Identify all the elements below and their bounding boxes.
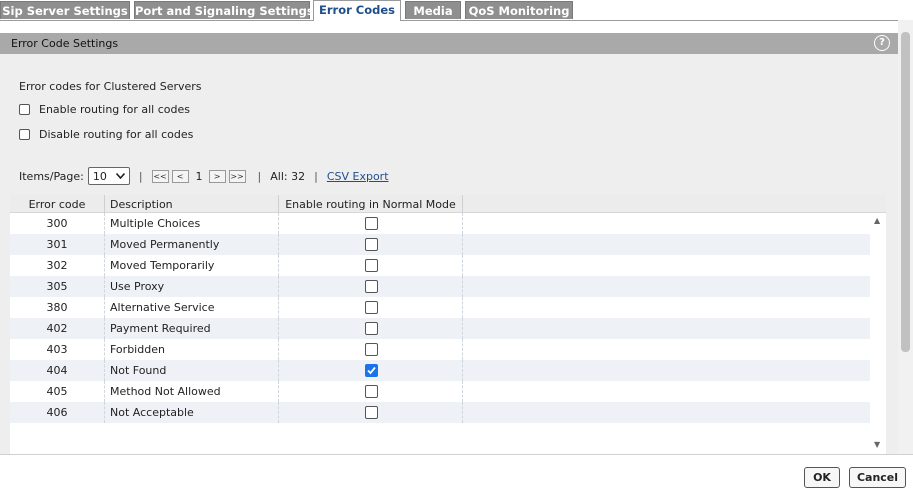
dialog-footer: OK Cancel xyxy=(0,454,913,498)
enable-routing-checkbox[interactable] xyxy=(365,385,378,398)
items-per-page-value: 10 xyxy=(92,169,107,183)
enable-routing-cell xyxy=(279,339,463,360)
first-page-button[interactable]: << xyxy=(151,169,169,183)
section-title: Error codes for Clustered Servers xyxy=(19,80,202,93)
items-per-page-label: Items/Page: xyxy=(19,169,84,183)
prev-page-button[interactable]: < xyxy=(171,169,189,183)
enable-routing-checkbox[interactable] xyxy=(365,238,378,251)
error-codes-table: Error code Description Enable routing in… xyxy=(10,195,886,454)
ok-button[interactable]: OK xyxy=(804,467,840,488)
disable-all-row: Disable routing for all codes xyxy=(19,128,193,141)
error-code-cell: 302 xyxy=(10,255,105,276)
header-error-code[interactable]: Error code xyxy=(10,195,105,213)
tab-media[interactable]: Media xyxy=(405,1,461,19)
table-row[interactable]: 406 Not Acceptable xyxy=(10,402,870,423)
enable-routing-checkbox[interactable] xyxy=(365,217,378,230)
scroll-up-icon[interactable]: ▲ xyxy=(874,216,880,225)
enable-routing-cell xyxy=(279,297,463,318)
chevron-down-icon xyxy=(115,173,125,179)
error-code-cell: 301 xyxy=(10,234,105,255)
current-page: 1 xyxy=(195,169,203,183)
table-scrollbar[interactable]: ▲ ▼ xyxy=(870,213,886,454)
panel-header: Error Code Settings ? xyxy=(0,33,898,54)
tab-error-codes[interactable]: Error Codes xyxy=(313,0,401,21)
tab-port-and-signaling-settings[interactable]: Port and Signaling Settings xyxy=(134,1,314,19)
next-page-button[interactable]: > xyxy=(208,169,226,183)
enable-all-label: Enable routing for all codes xyxy=(39,103,190,116)
description-cell: Moved Permanently xyxy=(105,234,279,255)
table-row[interactable]: 302 Moved Temporarily xyxy=(10,255,870,276)
description-cell: Moved Temporarily xyxy=(105,255,279,276)
enable-routing-cell xyxy=(279,213,463,234)
table-row[interactable]: 402 Payment Required xyxy=(10,318,870,339)
page-scrollbar[interactable] xyxy=(898,20,913,454)
tab-bar: Sip Server Settings Port and Signaling S… xyxy=(0,0,913,21)
table-header: Error code Description Enable routing in… xyxy=(10,195,886,213)
csv-export-link[interactable]: CSV Export xyxy=(327,170,389,183)
description-cell: Multiple Choices xyxy=(105,213,279,234)
separator: | xyxy=(257,169,262,183)
description-cell: Alternative Service xyxy=(105,297,279,318)
error-code-cell: 380 xyxy=(10,297,105,318)
header-enable-routing[interactable]: Enable routing in Normal Mode xyxy=(279,195,463,213)
header-description[interactable]: Description xyxy=(105,195,279,213)
enable-routing-cell xyxy=(279,234,463,255)
checkmark-icon xyxy=(367,366,376,375)
error-code-cell: 403 xyxy=(10,339,105,360)
table-row[interactable]: 380 Alternative Service xyxy=(10,297,870,318)
enable-routing-checkbox[interactable] xyxy=(365,364,378,377)
description-cell: Method Not Allowed xyxy=(105,381,279,402)
error-code-cell: 402 xyxy=(10,318,105,339)
enable-routing-cell xyxy=(279,360,463,381)
enable-routing-checkbox[interactable] xyxy=(365,406,378,419)
enable-all-checkbox[interactable] xyxy=(19,104,30,115)
disable-all-checkbox[interactable] xyxy=(19,129,30,140)
table-row[interactable]: 305 Use Proxy xyxy=(10,276,870,297)
cancel-button[interactable]: Cancel xyxy=(849,467,906,488)
total-count: All: 32 xyxy=(270,169,306,183)
tab-qos-monitoring[interactable]: QoS Monitoring xyxy=(465,1,573,19)
scroll-down-icon[interactable]: ▼ xyxy=(874,440,880,449)
enable-routing-checkbox[interactable] xyxy=(365,322,378,335)
description-cell: Not Acceptable xyxy=(105,402,279,423)
error-code-cell: 406 xyxy=(10,402,105,423)
panel-title: Error Code Settings xyxy=(11,37,119,50)
help-icon[interactable]: ? xyxy=(874,35,890,51)
enable-routing-cell xyxy=(279,255,463,276)
description-cell: Not Found xyxy=(105,360,279,381)
pagination-bar: Items/Page: 10 | << < 1 > >> | All: 32 |… xyxy=(19,167,389,185)
enable-routing-checkbox[interactable] xyxy=(365,280,378,293)
separator: | xyxy=(314,169,318,183)
description-cell: Forbidden xyxy=(105,339,279,360)
enable-routing-cell xyxy=(279,318,463,339)
page-scrollbar-thumb[interactable] xyxy=(901,32,910,352)
last-page-button[interactable]: >> xyxy=(228,169,246,183)
separator: | xyxy=(138,169,143,183)
enable-routing-checkbox[interactable] xyxy=(365,343,378,356)
enable-routing-checkbox[interactable] xyxy=(365,259,378,272)
table-row[interactable]: 301 Moved Permanently xyxy=(10,234,870,255)
enable-routing-checkbox[interactable] xyxy=(365,301,378,314)
enable-routing-cell xyxy=(279,402,463,423)
disable-all-label: Disable routing for all codes xyxy=(39,128,194,141)
enable-routing-cell xyxy=(279,276,463,297)
description-cell: Payment Required xyxy=(105,318,279,339)
tab-sip-server-settings[interactable]: Sip Server Settings xyxy=(0,1,130,19)
table-row[interactable]: 403 Forbidden xyxy=(10,339,870,360)
error-code-cell: 404 xyxy=(10,360,105,381)
items-per-page-select[interactable]: 10 xyxy=(87,167,130,185)
enable-routing-cell xyxy=(279,381,463,402)
error-code-cell: 405 xyxy=(10,381,105,402)
error-code-cell: 300 xyxy=(10,213,105,234)
error-code-cell: 305 xyxy=(10,276,105,297)
table-row[interactable]: 404 Not Found xyxy=(10,360,870,381)
table-row[interactable]: 405 Method Not Allowed xyxy=(10,381,870,402)
description-cell: Use Proxy xyxy=(105,276,279,297)
enable-all-row: Enable routing for all codes xyxy=(19,103,190,116)
table-row[interactable]: 300 Multiple Choices xyxy=(10,213,870,234)
table-body: 300 Multiple Choices 301 Moved Permanently 3… xyxy=(10,213,870,423)
